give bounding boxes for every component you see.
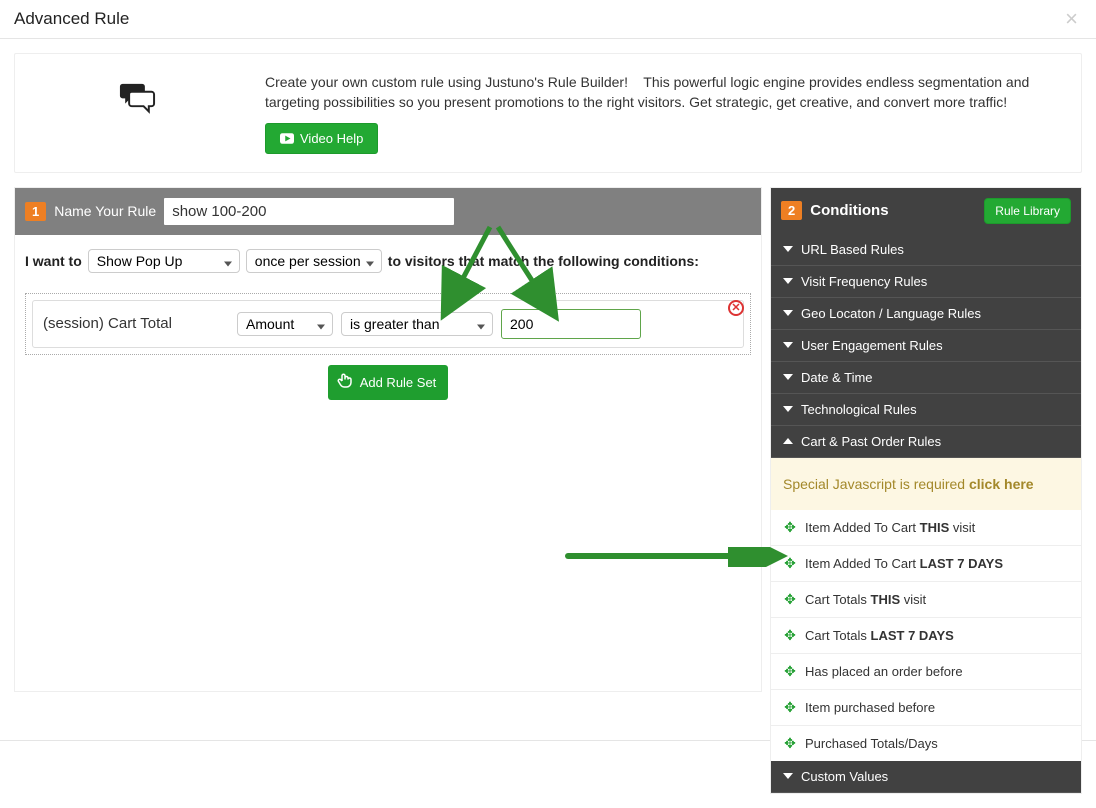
rule-item-label: Has placed an order before	[805, 664, 963, 679]
chevron-down-icon	[783, 310, 793, 316]
action-select[interactable]: Show Pop Up	[88, 249, 240, 273]
remove-condition-icon[interactable]: ✕	[728, 300, 744, 316]
move-icon: ✥	[783, 592, 797, 606]
chevron-up-icon	[783, 438, 793, 444]
rule-item-label: Item Added To Cart LAST 7 DAYS	[805, 556, 1003, 571]
rule-category-label: Cart & Past Order Rules	[801, 434, 941, 449]
intro-text-block: Create your own custom rule using Justun…	[265, 72, 1059, 154]
name-rule-label: Name Your Rule	[54, 203, 156, 219]
rule-category[interactable]: Custom Values	[771, 761, 1081, 793]
cart-rules-list: ✥ Item Added To Cart THIS visit ✥ Item Adde…	[771, 510, 1081, 761]
condition-value-input[interactable]	[501, 309, 641, 339]
rule-category[interactable]: Visit Frequency Rules	[771, 266, 1081, 298]
close-icon[interactable]: ×	[1061, 8, 1082, 30]
rule-category[interactable]: User Engagement Rules	[771, 330, 1081, 362]
modal-header: Advanced Rule ×	[0, 0, 1096, 39]
conditions-header: 2 Conditions Rule Library	[771, 188, 1081, 234]
rule-category-label: User Engagement Rules	[801, 338, 943, 353]
move-icon: ✥	[783, 664, 797, 678]
condition-row: (session) Cart Total Amount is greater t…	[32, 300, 744, 348]
rule-category-label: Date & Time	[801, 370, 873, 385]
modal-content: Create your own custom rule using Justun…	[0, 39, 1096, 808]
sentence-prefix: I want to	[25, 253, 82, 269]
condition-field-select[interactable]: Amount	[237, 312, 333, 336]
rule-item-label: Cart Totals LAST 7 DAYS	[805, 628, 954, 643]
intro-description: Create your own custom rule using Justun…	[265, 74, 1029, 110]
notice-text: Special Javascript is required	[783, 476, 969, 492]
condition-label: (session) Cart Total	[43, 315, 229, 332]
chevron-down-icon	[783, 773, 793, 779]
rule-item-label: Item purchased before	[805, 700, 935, 715]
draggable-rule-item[interactable]: ✥ Purchased Totals/Days	[771, 726, 1081, 761]
rule-categories: URL Based Rules Visit Frequency Rules Geo …	[771, 234, 1081, 793]
js-required-notice: Special Javascript is required click her…	[771, 458, 1081, 510]
condition-operator-select[interactable]: is greater than	[341, 312, 493, 336]
move-icon: ✥	[783, 628, 797, 642]
step-2-badge: 2	[781, 201, 802, 220]
rule-library-button[interactable]: Rule Library	[984, 198, 1071, 224]
video-help-label: Video Help	[300, 131, 363, 146]
rule-category[interactable]: Technological Rules	[771, 394, 1081, 426]
add-rule-set-button[interactable]: Add Rule Set	[328, 365, 449, 400]
rule-body: I want to Show Pop Up once per session t…	[15, 235, 761, 410]
chevron-down-icon	[783, 406, 793, 412]
draggable-rule-item[interactable]: ✥ Item Added To Cart LAST 7 DAYS	[771, 546, 1081, 582]
draggable-rule-item[interactable]: ✥ Has placed an order before	[771, 654, 1081, 690]
notice-link[interactable]: click here	[969, 476, 1034, 492]
condition-set: (session) Cart Total Amount is greater t…	[25, 293, 751, 355]
add-rule-set-label: Add Rule Set	[360, 375, 437, 390]
rule-category[interactable]: Date & Time	[771, 362, 1081, 394]
rule-category-label: Visit Frequency Rules	[801, 274, 927, 289]
rule-category[interactable]: URL Based Rules	[771, 234, 1081, 266]
frequency-select[interactable]: once per session	[246, 249, 382, 273]
name-rule-bar: 1 Name Your Rule	[15, 188, 761, 235]
conditions-title: Conditions	[810, 202, 888, 219]
rule-item-label: Purchased Totals/Days	[805, 736, 938, 751]
rule-sentence: I want to Show Pop Up once per session t…	[25, 249, 751, 273]
modal-title: Advanced Rule	[14, 9, 129, 29]
move-icon: ✥	[783, 700, 797, 714]
chat-bubbles-icon	[37, 72, 237, 118]
chevron-down-icon	[783, 342, 793, 348]
rule-name-input[interactable]	[164, 198, 454, 225]
video-help-button[interactable]: Video Help	[265, 123, 378, 154]
sentence-suffix: to visitors that match the following con…	[388, 253, 699, 269]
chevron-down-icon	[783, 246, 793, 252]
rule-category[interactable]: Cart & Past Order Rules	[771, 426, 1081, 458]
rule-item-label: Item Added To Cart THIS visit	[805, 520, 975, 535]
rule-category[interactable]: Geo Locaton / Language Rules	[771, 298, 1081, 330]
rule-category-label: Custom Values	[801, 769, 888, 784]
rule-category-label: Geo Locaton / Language Rules	[801, 306, 981, 321]
rule-category-label: URL Based Rules	[801, 242, 904, 257]
rule-builder-panel: 1 Name Your Rule I want to Show Pop Up	[14, 187, 762, 692]
rule-category-label: Technological Rules	[801, 402, 917, 417]
draggable-rule-item[interactable]: ✥ Item Added To Cart THIS visit	[771, 510, 1081, 546]
youtube-icon	[280, 133, 294, 144]
hand-pointer-icon	[336, 372, 354, 393]
draggable-rule-item[interactable]: ✥ Item purchased before	[771, 690, 1081, 726]
move-icon: ✥	[783, 556, 797, 570]
rule-item-label: Cart Totals THIS visit	[805, 592, 926, 607]
main-row: 1 Name Your Rule I want to Show Pop Up	[14, 187, 1082, 794]
draggable-rule-item[interactable]: ✥ Cart Totals LAST 7 DAYS	[771, 618, 1081, 654]
conditions-panel: 2 Conditions Rule Library URL Based Rule…	[770, 187, 1082, 794]
move-icon: ✥	[783, 520, 797, 534]
step-1-badge: 1	[25, 202, 46, 221]
draggable-rule-item[interactable]: ✥ Cart Totals THIS visit	[771, 582, 1081, 618]
intro-panel: Create your own custom rule using Justun…	[14, 53, 1082, 173]
chevron-down-icon	[783, 278, 793, 284]
move-icon: ✥	[783, 736, 797, 750]
advanced-rule-modal: Advanced Rule × Create your own custom r…	[0, 0, 1096, 741]
chevron-down-icon	[783, 374, 793, 380]
